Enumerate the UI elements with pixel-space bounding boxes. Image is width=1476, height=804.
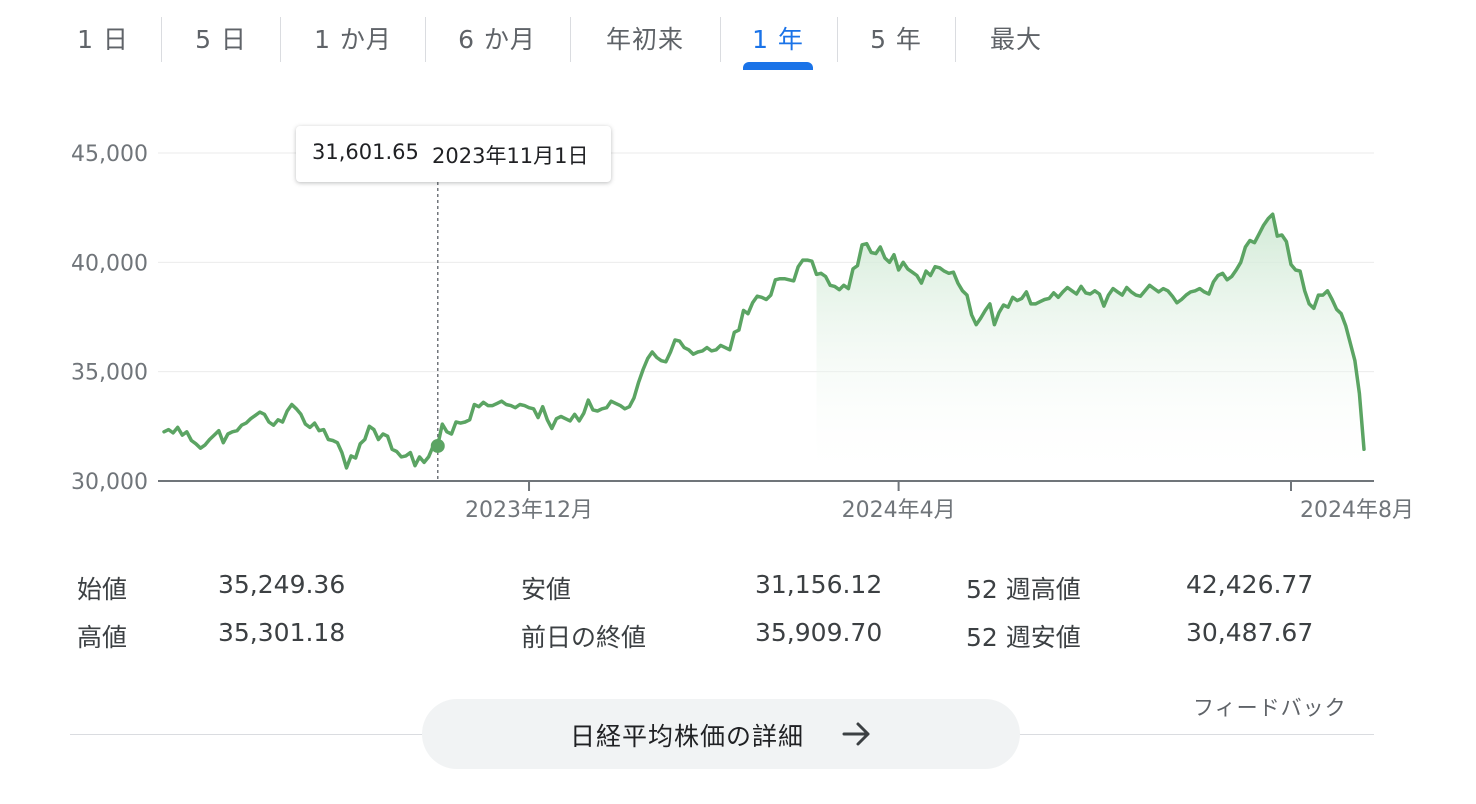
details-button-label: 日経平均株価の詳細 [570, 722, 805, 751]
tab-1m[interactable]: 1 か月 [295, 18, 411, 64]
high-label: 高値 [77, 623, 128, 652]
low-label: 安値 [521, 575, 572, 604]
details-button[interactable]: 日経平均株価の詳細 [422, 699, 1020, 769]
week52-low-value: 30,487.67 [1186, 618, 1314, 647]
tab-divider [425, 17, 426, 62]
y-tick-label: 35,000 [71, 361, 148, 386]
tooltip-date: 2023年11月1日 [432, 144, 589, 168]
hover-point [430, 438, 445, 453]
tab-ytd[interactable]: 年初来 [585, 18, 705, 64]
y-axis: 45,000 40,000 35,000 30,000 [71, 142, 148, 495]
prev-close-label: 前日の終値 [521, 623, 647, 652]
tab-divider [161, 17, 162, 62]
tab-divider [955, 17, 956, 62]
feedback-link[interactable]: フィードバック [1193, 692, 1347, 722]
selected-tab-indicator [743, 62, 813, 70]
tab-6m[interactable]: 6 か月 [438, 18, 556, 64]
open-value: 35,249.36 [218, 570, 346, 599]
prev-close-value: 35,909.70 [755, 618, 883, 647]
tab-divider [570, 17, 571, 62]
range-tabs: 1 日 5 日 1 か月 6 か月 年初来 1 年 5 年 最大 [0, 0, 1476, 80]
y-tick-label: 30,000 [71, 470, 148, 495]
price-chart[interactable]: 45,000 40,000 35,000 30,000 2023年12月 2024年4月… [0, 100, 1476, 530]
tab-max[interactable]: 最大 [970, 18, 1062, 64]
tab-divider [837, 17, 838, 62]
low-value: 31,156.12 [755, 570, 883, 599]
tab-divider [280, 17, 281, 62]
x-axis: 2023年12月 2024年4月 2024年8月 [465, 481, 1414, 523]
x-tick-label: 2023年12月 [465, 498, 593, 523]
tab-divider [720, 17, 721, 62]
week52-high-label: 52 週高値 [966, 575, 1081, 604]
week52-low-label: 52 週安値 [966, 623, 1081, 652]
tab-1d[interactable]: 1 日 [60, 18, 146, 64]
price-area [816, 214, 1364, 481]
y-tick-label: 45,000 [71, 142, 148, 167]
tab-5d[interactable]: 5 日 [176, 18, 266, 64]
high-value: 35,301.18 [218, 618, 346, 647]
week52-high-value: 42,426.77 [1186, 570, 1314, 599]
tab-5y[interactable]: 5 年 [852, 18, 940, 64]
y-tick-label: 40,000 [71, 251, 148, 276]
price-tooltip: 31,601.65 2023年11月1日 [296, 126, 611, 182]
x-tick-label: 2024年4月 [842, 498, 956, 523]
x-tick-label: 2024年8月 [1300, 498, 1414, 523]
tooltip-value: 31,601.65 [312, 140, 419, 164]
open-label: 始値 [77, 575, 128, 604]
arrow-right-icon [842, 722, 870, 746]
tab-1y[interactable]: 1 年 [735, 18, 821, 64]
